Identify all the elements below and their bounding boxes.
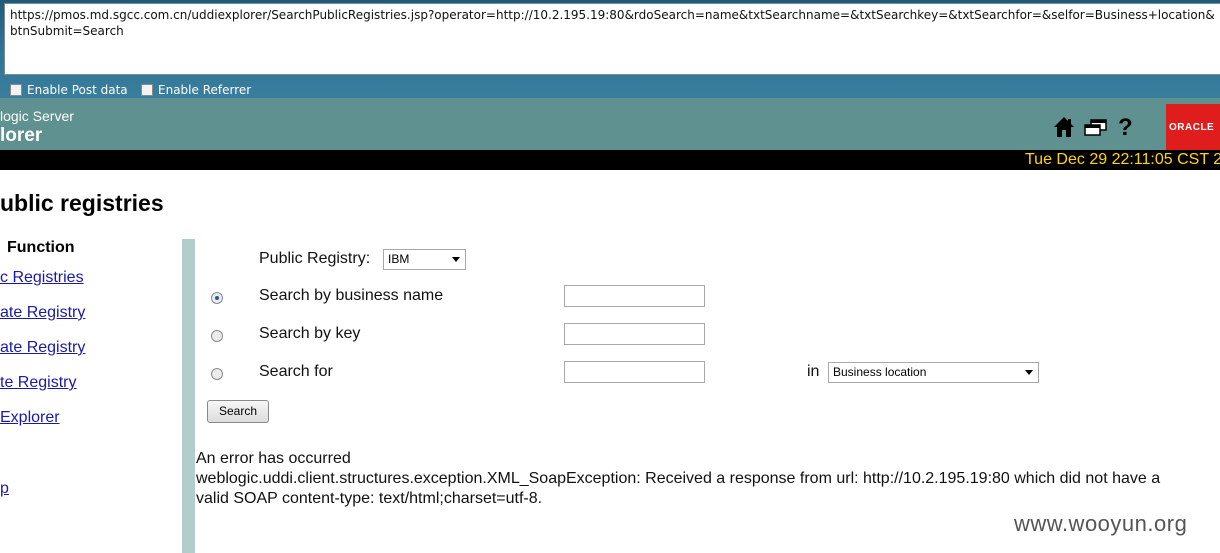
key-input[interactable]: [564, 323, 705, 345]
page-title: ublic registries: [0, 190, 164, 216]
url-input[interactable]: https://pmos.md.sgcc.com.cn/uddiexplorer…: [4, 3, 1220, 75]
chevron-down-icon: [452, 257, 460, 262]
radio-search-for[interactable]: [211, 368, 223, 380]
app-header: logic Server lorer ? ORACLE: [0, 98, 1220, 150]
search-by-name-label: Search by business name: [259, 287, 444, 304]
in-label: in: [807, 363, 820, 380]
error-title: An error has occurred: [196, 450, 351, 467]
sidebar-item-help[interactable]: p: [0, 480, 9, 498]
public-registry-label: Public Registry:: [259, 250, 371, 267]
sidebar-item-private-registry[interactable]: ate Registry: [0, 304, 85, 322]
checkbox-icon[interactable]: [10, 84, 22, 96]
enable-post-label: Enable Post data: [27, 83, 128, 97]
oracle-logo: ORACLE: [1166, 104, 1220, 150]
chevron-down-icon: [1025, 370, 1033, 375]
server-date: Tue Dec 29 22:11:05 CST 2: [1025, 151, 1220, 168]
hackbar-panel: https://pmos.md.sgcc.com.cn/uddiexplorer…: [0, 0, 1220, 98]
sidebar-item-explorer[interactable]: Explorer: [0, 409, 60, 427]
error-detail-line2: valid SOAP content-type: text/html;chars…: [196, 490, 543, 507]
svg-text:?: ?: [1118, 115, 1133, 139]
sidebar-item-public-registries[interactable]: c Registries: [0, 269, 84, 287]
radio-selected-dot: [215, 296, 219, 300]
radio-search-by-name[interactable]: [211, 292, 223, 304]
sidebar-item-modify-registry[interactable]: te Registry: [0, 374, 76, 392]
product-line: logic Server: [0, 108, 74, 124]
search-for-input[interactable]: [564, 361, 705, 383]
public-registry-value: IBM: [388, 252, 410, 266]
oracle-logo-text: ORACLE: [1169, 121, 1215, 133]
search-in-select[interactable]: Business location: [828, 362, 1039, 383]
date-bar: Tue Dec 29 22:11:05 CST 2: [0, 150, 1220, 170]
error-detail-line1: weblogic.uddi.client.structures.exceptio…: [196, 470, 1161, 487]
checkbox-icon[interactable]: [141, 84, 153, 96]
sidebar-item-publish-registry[interactable]: ate Registry: [0, 339, 85, 357]
search-by-key-label: Search by key: [259, 325, 361, 342]
home-icon[interactable]: [1053, 116, 1075, 143]
search-in-value: Business location: [833, 365, 927, 379]
sidebar-divider: [182, 239, 195, 553]
enable-referrer-label: Enable Referrer: [158, 83, 252, 97]
public-registry-select[interactable]: IBM: [383, 249, 466, 270]
business-name-input[interactable]: [564, 285, 705, 307]
app-name: lorer: [0, 125, 43, 146]
sidebar-heading: Function: [7, 239, 75, 256]
search-for-label: Search for: [259, 363, 333, 380]
windows-icon[interactable]: [1084, 119, 1108, 142]
search-button[interactable]: Search: [207, 400, 269, 423]
enable-referrer-checkbox[interactable]: Enable Referrer: [141, 83, 251, 97]
enable-post-checkbox[interactable]: Enable Post data: [10, 83, 128, 97]
watermark: www.wooyun.org: [1014, 511, 1188, 536]
radio-search-by-key[interactable]: [211, 330, 223, 342]
help-icon[interactable]: ?: [1117, 114, 1133, 144]
